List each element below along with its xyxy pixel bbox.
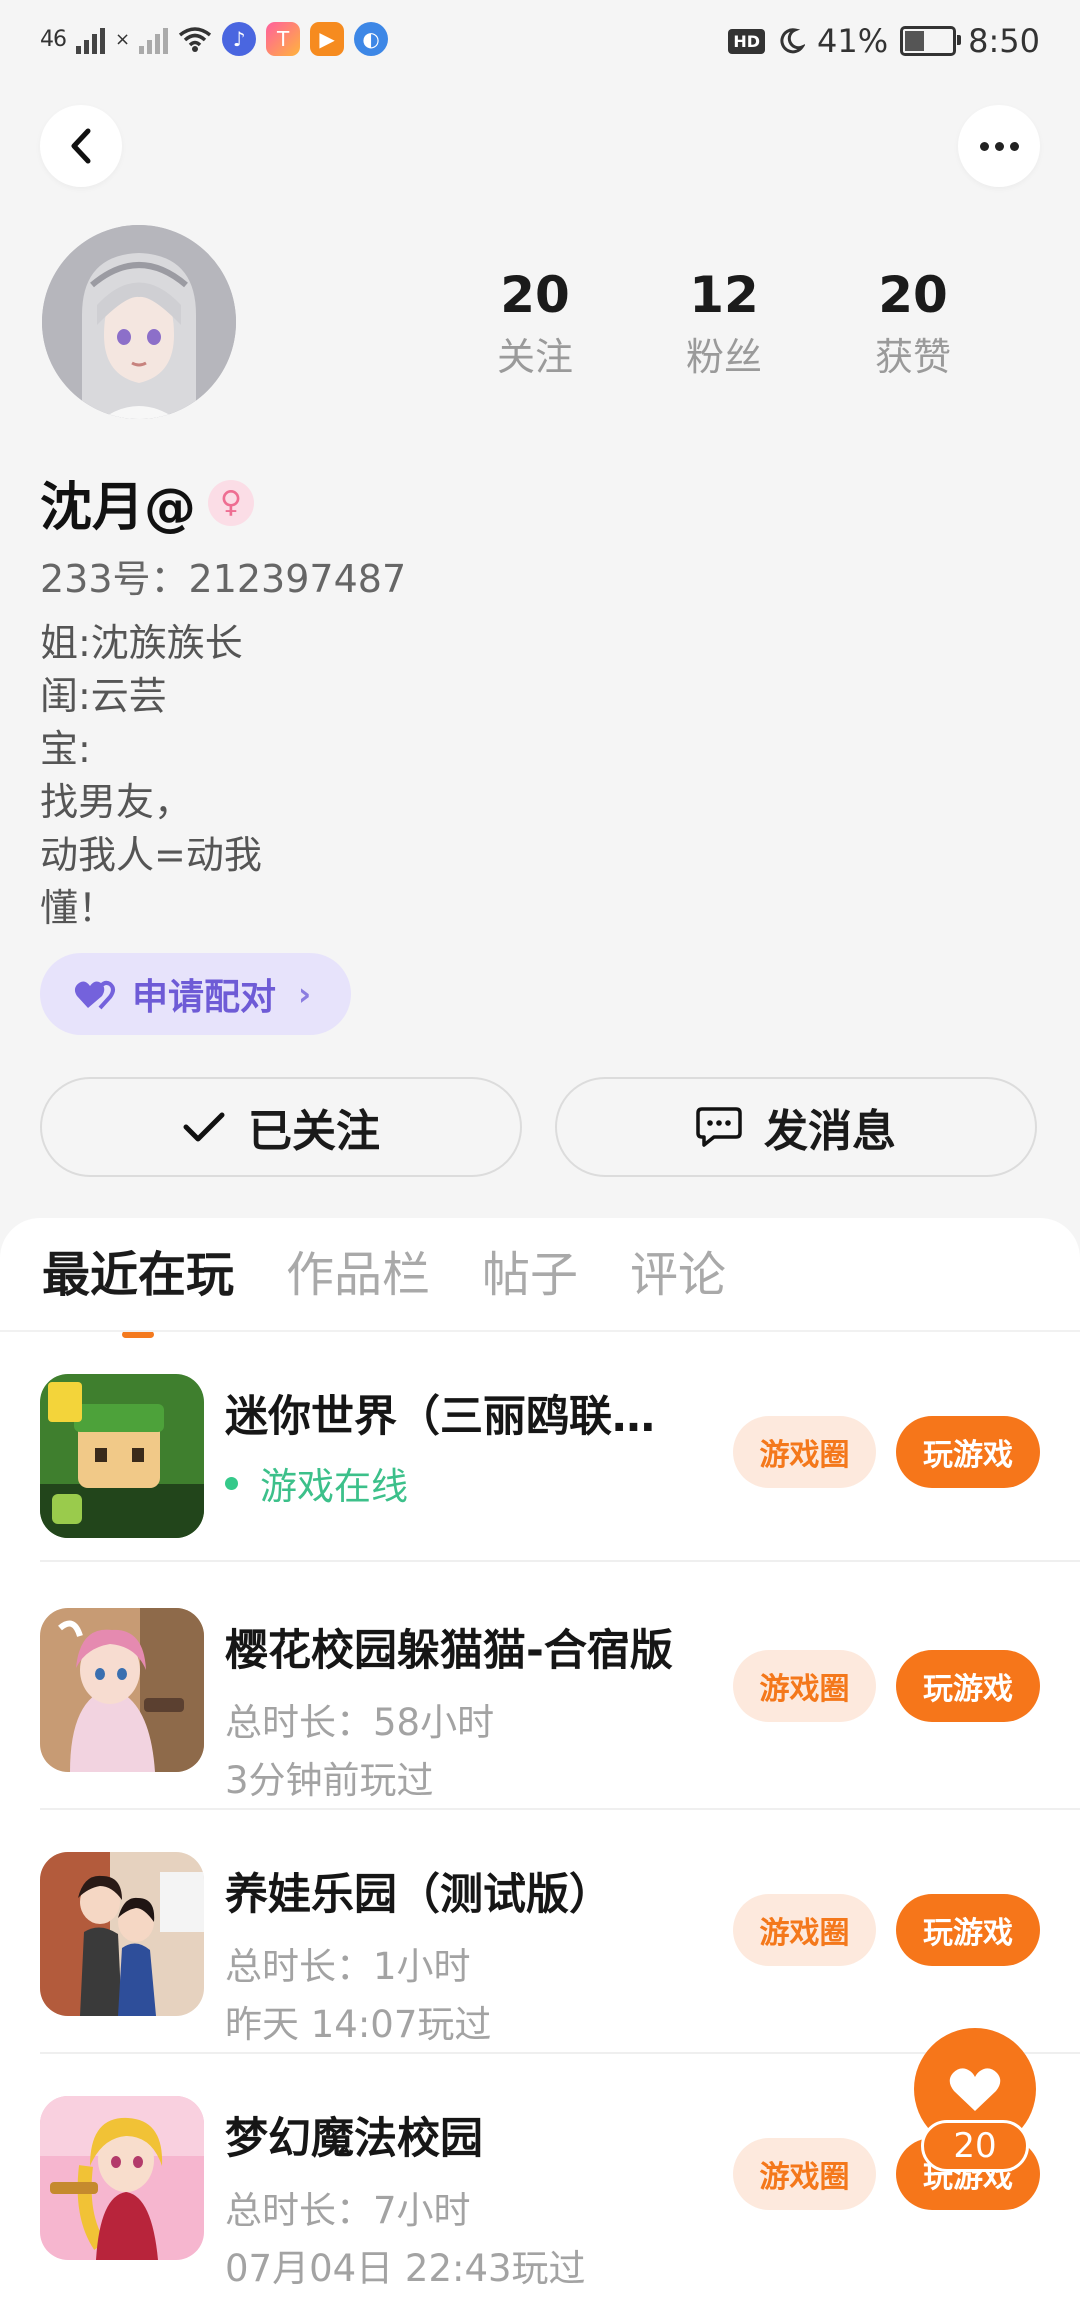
last-played: 3分钟前玩过 (225, 1759, 434, 1802)
bio-line: 姐:沈族族长 (40, 621, 243, 665)
check-icon (183, 1112, 225, 1142)
app-icon-a: T (266, 22, 301, 56)
game-title: 养娃乐园（测试版） (225, 1870, 612, 1920)
row-divider (40, 1560, 1080, 1562)
video-app-icon: ▶ (310, 22, 345, 56)
game-icon (40, 1852, 204, 2016)
content-card: 最近在玩 作品栏 帖子 评论 迷你世界（三丽鸥联动版） 游戏在线 游戏圈 玩游戏 (0, 1218, 1080, 2318)
followers-count: 12 (689, 266, 759, 324)
play-game-button[interactable]: 玩游戏 (896, 1650, 1040, 1722)
play-game-button[interactable]: 玩游戏 (896, 1416, 1040, 1488)
heart-icon (949, 2068, 1001, 2111)
game-circle-button[interactable]: 游戏圈 (733, 2138, 876, 2210)
double-heart-icon (74, 980, 115, 1010)
stat-following[interactable]: 20 关注 (465, 265, 605, 387)
more-button[interactable] (958, 105, 1040, 187)
hd-badge: HD (728, 28, 766, 54)
followed-label: 已关注 (248, 1106, 380, 1157)
total-playtime: 总时长：1小时 (225, 1945, 471, 1988)
total-playtime: 总时长：58小时 (225, 1701, 495, 1744)
like-count-badge: 20 (921, 2120, 1029, 2172)
tab-posts[interactable]: 帖子 (482, 1240, 578, 1310)
likes-label: 获赞 (874, 335, 951, 379)
game-circle-button[interactable]: 游戏圈 (733, 1650, 876, 1722)
followed-button[interactable]: 已关注 (40, 1077, 522, 1177)
username: 沈月@ (40, 478, 197, 538)
bio-line: 闺:云芸 (40, 674, 167, 718)
game-icon (40, 1608, 204, 1772)
tab-works[interactable]: 作品栏 (286, 1240, 430, 1310)
status-bar: 46 × ♪ T ▶ ◐ HD 41% 8:50 (0, 0, 1080, 90)
online-status: 游戏在线 (225, 1456, 408, 1510)
play-game-button[interactable]: 玩游戏 (896, 1894, 1040, 1966)
following-count: 20 (500, 266, 570, 324)
game-row[interactable]: 迷你世界（三丽鸥联动版） 游戏在线 游戏圈 玩游戏 (0, 1332, 1080, 1562)
user-id: 233号：212397487 (40, 557, 407, 601)
avatar[interactable] (42, 225, 236, 419)
last-played: 昨天 14:07玩过 (225, 2003, 492, 2046)
send-message-label: 发消息 (764, 1106, 896, 1157)
game-title: 梦幻魔法校园 (225, 2114, 483, 2164)
bio-line: 找男友， (40, 780, 193, 824)
game-row[interactable]: 养娃乐园（测试版） 总时长：1小时 昨天 14:07玩过 游戏圈 玩游戏 (0, 1810, 1080, 2054)
battery-icon (900, 26, 962, 56)
tab-bar: 最近在玩 作品栏 帖子 评论 (42, 1240, 726, 1338)
tab-recently-played[interactable]: 最近在玩 (42, 1240, 234, 1338)
status-left: 46 × ♪ T ▶ ◐ (40, 22, 389, 56)
game-icon (40, 1374, 204, 1538)
online-label: 游戏在线 (260, 1465, 408, 1508)
game-circle-button[interactable]: 游戏圈 (733, 1416, 876, 1488)
battery-percent: 41% (817, 22, 889, 60)
browser-app-icon: ◐ (354, 22, 389, 56)
chevron-right-icon: › (298, 975, 312, 1013)
music-app-icon: ♪ (222, 22, 257, 56)
following-label: 关注 (496, 335, 573, 379)
bio-line: 宝: (40, 727, 91, 771)
game-circle-button[interactable]: 游戏圈 (733, 1894, 876, 1966)
message-icon (696, 1107, 742, 1147)
bio-line: 动我人=动我 (40, 833, 262, 877)
female-gender-icon: ♀ (208, 479, 255, 526)
request-pair-label: 申请配对 (132, 977, 277, 1018)
signal-icon-2 (139, 24, 169, 54)
game-row[interactable]: 樱花校园躲猫猫-合宿版 总时长：58小时 3分钟前玩过 游戏圈 玩游戏 (0, 1566, 1080, 1810)
clock: 8:50 (968, 22, 1040, 60)
likes-count: 20 (878, 266, 948, 324)
wifi-icon (179, 27, 212, 52)
send-message-button[interactable]: 发消息 (555, 1077, 1037, 1177)
moon-icon (780, 28, 806, 54)
no-signal-mark: × (115, 28, 130, 50)
followers-label: 粉丝 (685, 335, 762, 379)
stat-likes[interactable]: 20 获赞 (843, 265, 983, 387)
more-horizontal-icon (979, 141, 1019, 151)
game-title: 迷你世界（三丽鸥联动版） (225, 1392, 695, 1442)
profile-name: 沈月@ ♀ (40, 465, 255, 540)
bio: 姐:沈族族长 闺:云芸 宝: 找男友， 动我人=动我 懂！ (40, 617, 262, 935)
online-dot-icon (225, 1476, 238, 1490)
signal-icon (76, 24, 105, 54)
request-pair-button[interactable]: 申请配对 › (40, 953, 352, 1035)
status-right: HD 41% 8:50 (728, 22, 1040, 60)
network-type-label: 46 (40, 26, 67, 52)
back-button[interactable] (40, 105, 122, 187)
stat-followers[interactable]: 12 粉丝 (654, 265, 794, 387)
total-playtime: 总时长：7小时 (225, 2189, 471, 2232)
last-played: 07月04日 22:43玩过 (225, 2247, 586, 2290)
bio-line: 懂！ (40, 886, 117, 930)
avatar-image (42, 225, 236, 419)
game-title: 樱花校园躲猫猫-合宿版 (225, 1626, 673, 1676)
tab-comments[interactable]: 评论 (630, 1240, 726, 1310)
chevron-left-icon (71, 128, 91, 164)
game-icon (40, 2096, 204, 2260)
